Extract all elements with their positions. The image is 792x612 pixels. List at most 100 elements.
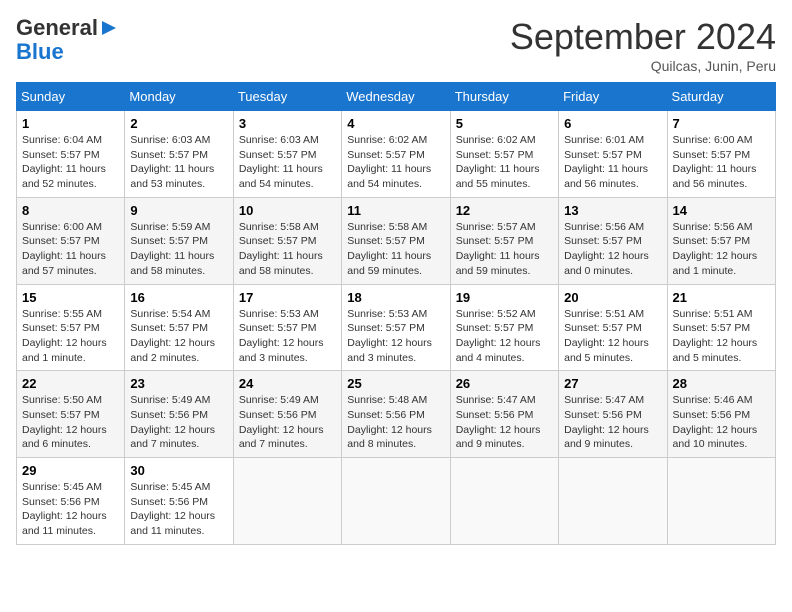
calendar-cell: 15 Sunrise: 5:55 AM Sunset: 5:57 PM Dayli… bbox=[17, 284, 125, 371]
calendar-cell: 7 Sunrise: 6:00 AM Sunset: 5:57 PM Daylig… bbox=[667, 111, 775, 198]
calendar-cell: 24 Sunrise: 5:49 AM Sunset: 5:56 PM Dayli… bbox=[233, 371, 341, 458]
day-info: Sunrise: 6:00 AM Sunset: 5:57 PM Dayligh… bbox=[22, 220, 119, 279]
calendar-week-row: 22 Sunrise: 5:50 AM Sunset: 5:57 PM Dayli… bbox=[17, 371, 776, 458]
weekday-header-wednesday: Wednesday bbox=[342, 83, 450, 111]
month-title: September 2024 bbox=[510, 16, 776, 58]
day-info: Sunrise: 5:51 AM Sunset: 5:57 PM Dayligh… bbox=[564, 307, 661, 366]
calendar-cell: 9 Sunrise: 5:59 AM Sunset: 5:57 PM Daylig… bbox=[125, 197, 233, 284]
day-info: Sunrise: 6:02 AM Sunset: 5:57 PM Dayligh… bbox=[456, 133, 553, 192]
weekday-header-row: SundayMondayTuesdayWednesdayThursdayFrid… bbox=[17, 83, 776, 111]
day-number: 26 bbox=[456, 376, 553, 391]
calendar-cell: 6 Sunrise: 6:01 AM Sunset: 5:57 PM Daylig… bbox=[559, 111, 667, 198]
day-number: 1 bbox=[22, 116, 119, 131]
day-info: Sunrise: 5:56 AM Sunset: 5:57 PM Dayligh… bbox=[564, 220, 661, 279]
title-block: September 2024 Quilcas, Junin, Peru bbox=[510, 16, 776, 74]
day-info: Sunrise: 5:58 AM Sunset: 5:57 PM Dayligh… bbox=[239, 220, 336, 279]
calendar-cell: 14Sunrise: 5:56 AM Sunset: 5:57 PM Dayli… bbox=[667, 197, 775, 284]
day-info: Sunrise: 5:49 AM Sunset: 5:56 PM Dayligh… bbox=[130, 393, 227, 452]
day-info: Sunrise: 5:57 AM Sunset: 5:57 PM Dayligh… bbox=[456, 220, 553, 279]
weekday-header-tuesday: Tuesday bbox=[233, 83, 341, 111]
day-number: 30 bbox=[130, 463, 227, 478]
day-info: Sunrise: 5:45 AM Sunset: 5:56 PM Dayligh… bbox=[22, 480, 119, 539]
calendar-cell: 10 Sunrise: 5:58 AM Sunset: 5:57 PM Dayli… bbox=[233, 197, 341, 284]
day-number: 13 bbox=[564, 203, 661, 218]
day-number: 2 bbox=[130, 116, 227, 131]
day-info: Sunrise: 5:47 AM Sunset: 5:56 PM Dayligh… bbox=[564, 393, 661, 452]
day-number: 28 bbox=[673, 376, 770, 391]
day-info: Sunrise: 5:50 AM Sunset: 5:57 PM Dayligh… bbox=[22, 393, 119, 452]
calendar-cell: 16 Sunrise: 5:54 AM Sunset: 5:57 PM Dayli… bbox=[125, 284, 233, 371]
day-number: 29 bbox=[22, 463, 119, 478]
day-number: 10 bbox=[239, 203, 336, 218]
day-info: Sunrise: 5:51 AM Sunset: 5:57 PM Dayligh… bbox=[673, 307, 770, 366]
day-info: Sunrise: 5:53 AM Sunset: 5:57 PM Dayligh… bbox=[347, 307, 444, 366]
location-subtitle: Quilcas, Junin, Peru bbox=[510, 58, 776, 74]
calendar-cell bbox=[559, 458, 667, 545]
day-number: 24 bbox=[239, 376, 336, 391]
calendar-week-row: 8 Sunrise: 6:00 AM Sunset: 5:57 PM Daylig… bbox=[17, 197, 776, 284]
weekday-header-saturday: Saturday bbox=[667, 83, 775, 111]
calendar-cell: 21 Sunrise: 5:51 AM Sunset: 5:57 PM Dayli… bbox=[667, 284, 775, 371]
day-number: 20 bbox=[564, 290, 661, 305]
day-info: Sunrise: 5:54 AM Sunset: 5:57 PM Dayligh… bbox=[130, 307, 227, 366]
calendar-cell: 1 Sunrise: 6:04 AM Sunset: 5:57 PM Daylig… bbox=[17, 111, 125, 198]
day-info: Sunrise: 5:53 AM Sunset: 5:57 PM Dayligh… bbox=[239, 307, 336, 366]
calendar-cell bbox=[233, 458, 341, 545]
calendar-cell: 17 Sunrise: 5:53 AM Sunset: 5:57 PM Dayli… bbox=[233, 284, 341, 371]
day-info: Sunrise: 6:03 AM Sunset: 5:57 PM Dayligh… bbox=[239, 133, 336, 192]
calendar-cell: 23 Sunrise: 5:49 AM Sunset: 5:56 PM Dayli… bbox=[125, 371, 233, 458]
day-info: Sunrise: 6:01 AM Sunset: 5:57 PM Dayligh… bbox=[564, 133, 661, 192]
calendar-cell: 22 Sunrise: 5:50 AM Sunset: 5:57 PM Dayli… bbox=[17, 371, 125, 458]
day-info: Sunrise: 5:46 AM Sunset: 5:56 PM Dayligh… bbox=[673, 393, 770, 452]
logo-arrow-icon bbox=[98, 17, 120, 39]
logo-line1: General bbox=[16, 16, 98, 40]
calendar-week-row: 15 Sunrise: 5:55 AM Sunset: 5:57 PM Dayli… bbox=[17, 284, 776, 371]
weekday-header-sunday: Sunday bbox=[17, 83, 125, 111]
calendar-cell: 5 Sunrise: 6:02 AM Sunset: 5:57 PM Daylig… bbox=[450, 111, 558, 198]
calendar-table: SundayMondayTuesdayWednesdayThursdayFrid… bbox=[16, 82, 776, 545]
day-number: 23 bbox=[130, 376, 227, 391]
day-info: Sunrise: 6:04 AM Sunset: 5:57 PM Dayligh… bbox=[22, 133, 119, 192]
day-info: Sunrise: 5:47 AM Sunset: 5:56 PM Dayligh… bbox=[456, 393, 553, 452]
day-number: 15 bbox=[22, 290, 119, 305]
day-number: 18 bbox=[347, 290, 444, 305]
weekday-header-monday: Monday bbox=[125, 83, 233, 111]
page-header: General Blue September 2024 Quilcas, Jun… bbox=[16, 16, 776, 74]
calendar-cell: 28 Sunrise: 5:46 AM Sunset: 5:56 PM Dayli… bbox=[667, 371, 775, 458]
weekday-header-thursday: Thursday bbox=[450, 83, 558, 111]
calendar-cell: 29 Sunrise: 5:45 AM Sunset: 5:56 PM Dayli… bbox=[17, 458, 125, 545]
calendar-cell: 3 Sunrise: 6:03 AM Sunset: 5:57 PM Daylig… bbox=[233, 111, 341, 198]
day-number: 5 bbox=[456, 116, 553, 131]
day-info: Sunrise: 5:59 AM Sunset: 5:57 PM Dayligh… bbox=[130, 220, 227, 279]
calendar-cell: 12 Sunrise: 5:57 AM Sunset: 5:57 PM Dayli… bbox=[450, 197, 558, 284]
calendar-cell: 18 Sunrise: 5:53 AM Sunset: 5:57 PM Dayli… bbox=[342, 284, 450, 371]
day-number: 14 bbox=[673, 203, 770, 218]
day-number: 8 bbox=[22, 203, 119, 218]
day-number: 17 bbox=[239, 290, 336, 305]
day-info: Sunrise: 5:55 AM Sunset: 5:57 PM Dayligh… bbox=[22, 307, 119, 366]
day-number: 3 bbox=[239, 116, 336, 131]
day-number: 22 bbox=[22, 376, 119, 391]
calendar-cell: 26 Sunrise: 5:47 AM Sunset: 5:56 PM Dayli… bbox=[450, 371, 558, 458]
day-number: 21 bbox=[673, 290, 770, 305]
day-number: 9 bbox=[130, 203, 227, 218]
calendar-cell: 2 Sunrise: 6:03 AM Sunset: 5:57 PM Daylig… bbox=[125, 111, 233, 198]
day-number: 16 bbox=[130, 290, 227, 305]
calendar-cell: 19Sunrise: 5:52 AM Sunset: 5:57 PM Dayli… bbox=[450, 284, 558, 371]
day-number: 6 bbox=[564, 116, 661, 131]
day-info: Sunrise: 6:00 AM Sunset: 5:57 PM Dayligh… bbox=[673, 133, 770, 192]
day-number: 7 bbox=[673, 116, 770, 131]
logo: General Blue bbox=[16, 16, 120, 64]
day-info: Sunrise: 5:49 AM Sunset: 5:56 PM Dayligh… bbox=[239, 393, 336, 452]
day-info: Sunrise: 5:48 AM Sunset: 5:56 PM Dayligh… bbox=[347, 393, 444, 452]
calendar-cell: 4 Sunrise: 6:02 AM Sunset: 5:57 PM Daylig… bbox=[342, 111, 450, 198]
day-info: Sunrise: 6:02 AM Sunset: 5:57 PM Dayligh… bbox=[347, 133, 444, 192]
calendar-cell: 25Sunrise: 5:48 AM Sunset: 5:56 PM Dayli… bbox=[342, 371, 450, 458]
day-info: Sunrise: 5:58 AM Sunset: 5:57 PM Dayligh… bbox=[347, 220, 444, 279]
calendar-cell: 8 Sunrise: 6:00 AM Sunset: 5:57 PM Daylig… bbox=[17, 197, 125, 284]
day-number: 12 bbox=[456, 203, 553, 218]
day-number: 4 bbox=[347, 116, 444, 131]
calendar-cell bbox=[342, 458, 450, 545]
day-info: Sunrise: 6:03 AM Sunset: 5:57 PM Dayligh… bbox=[130, 133, 227, 192]
calendar-cell: 30Sunrise: 5:45 AM Sunset: 5:56 PM Dayli… bbox=[125, 458, 233, 545]
